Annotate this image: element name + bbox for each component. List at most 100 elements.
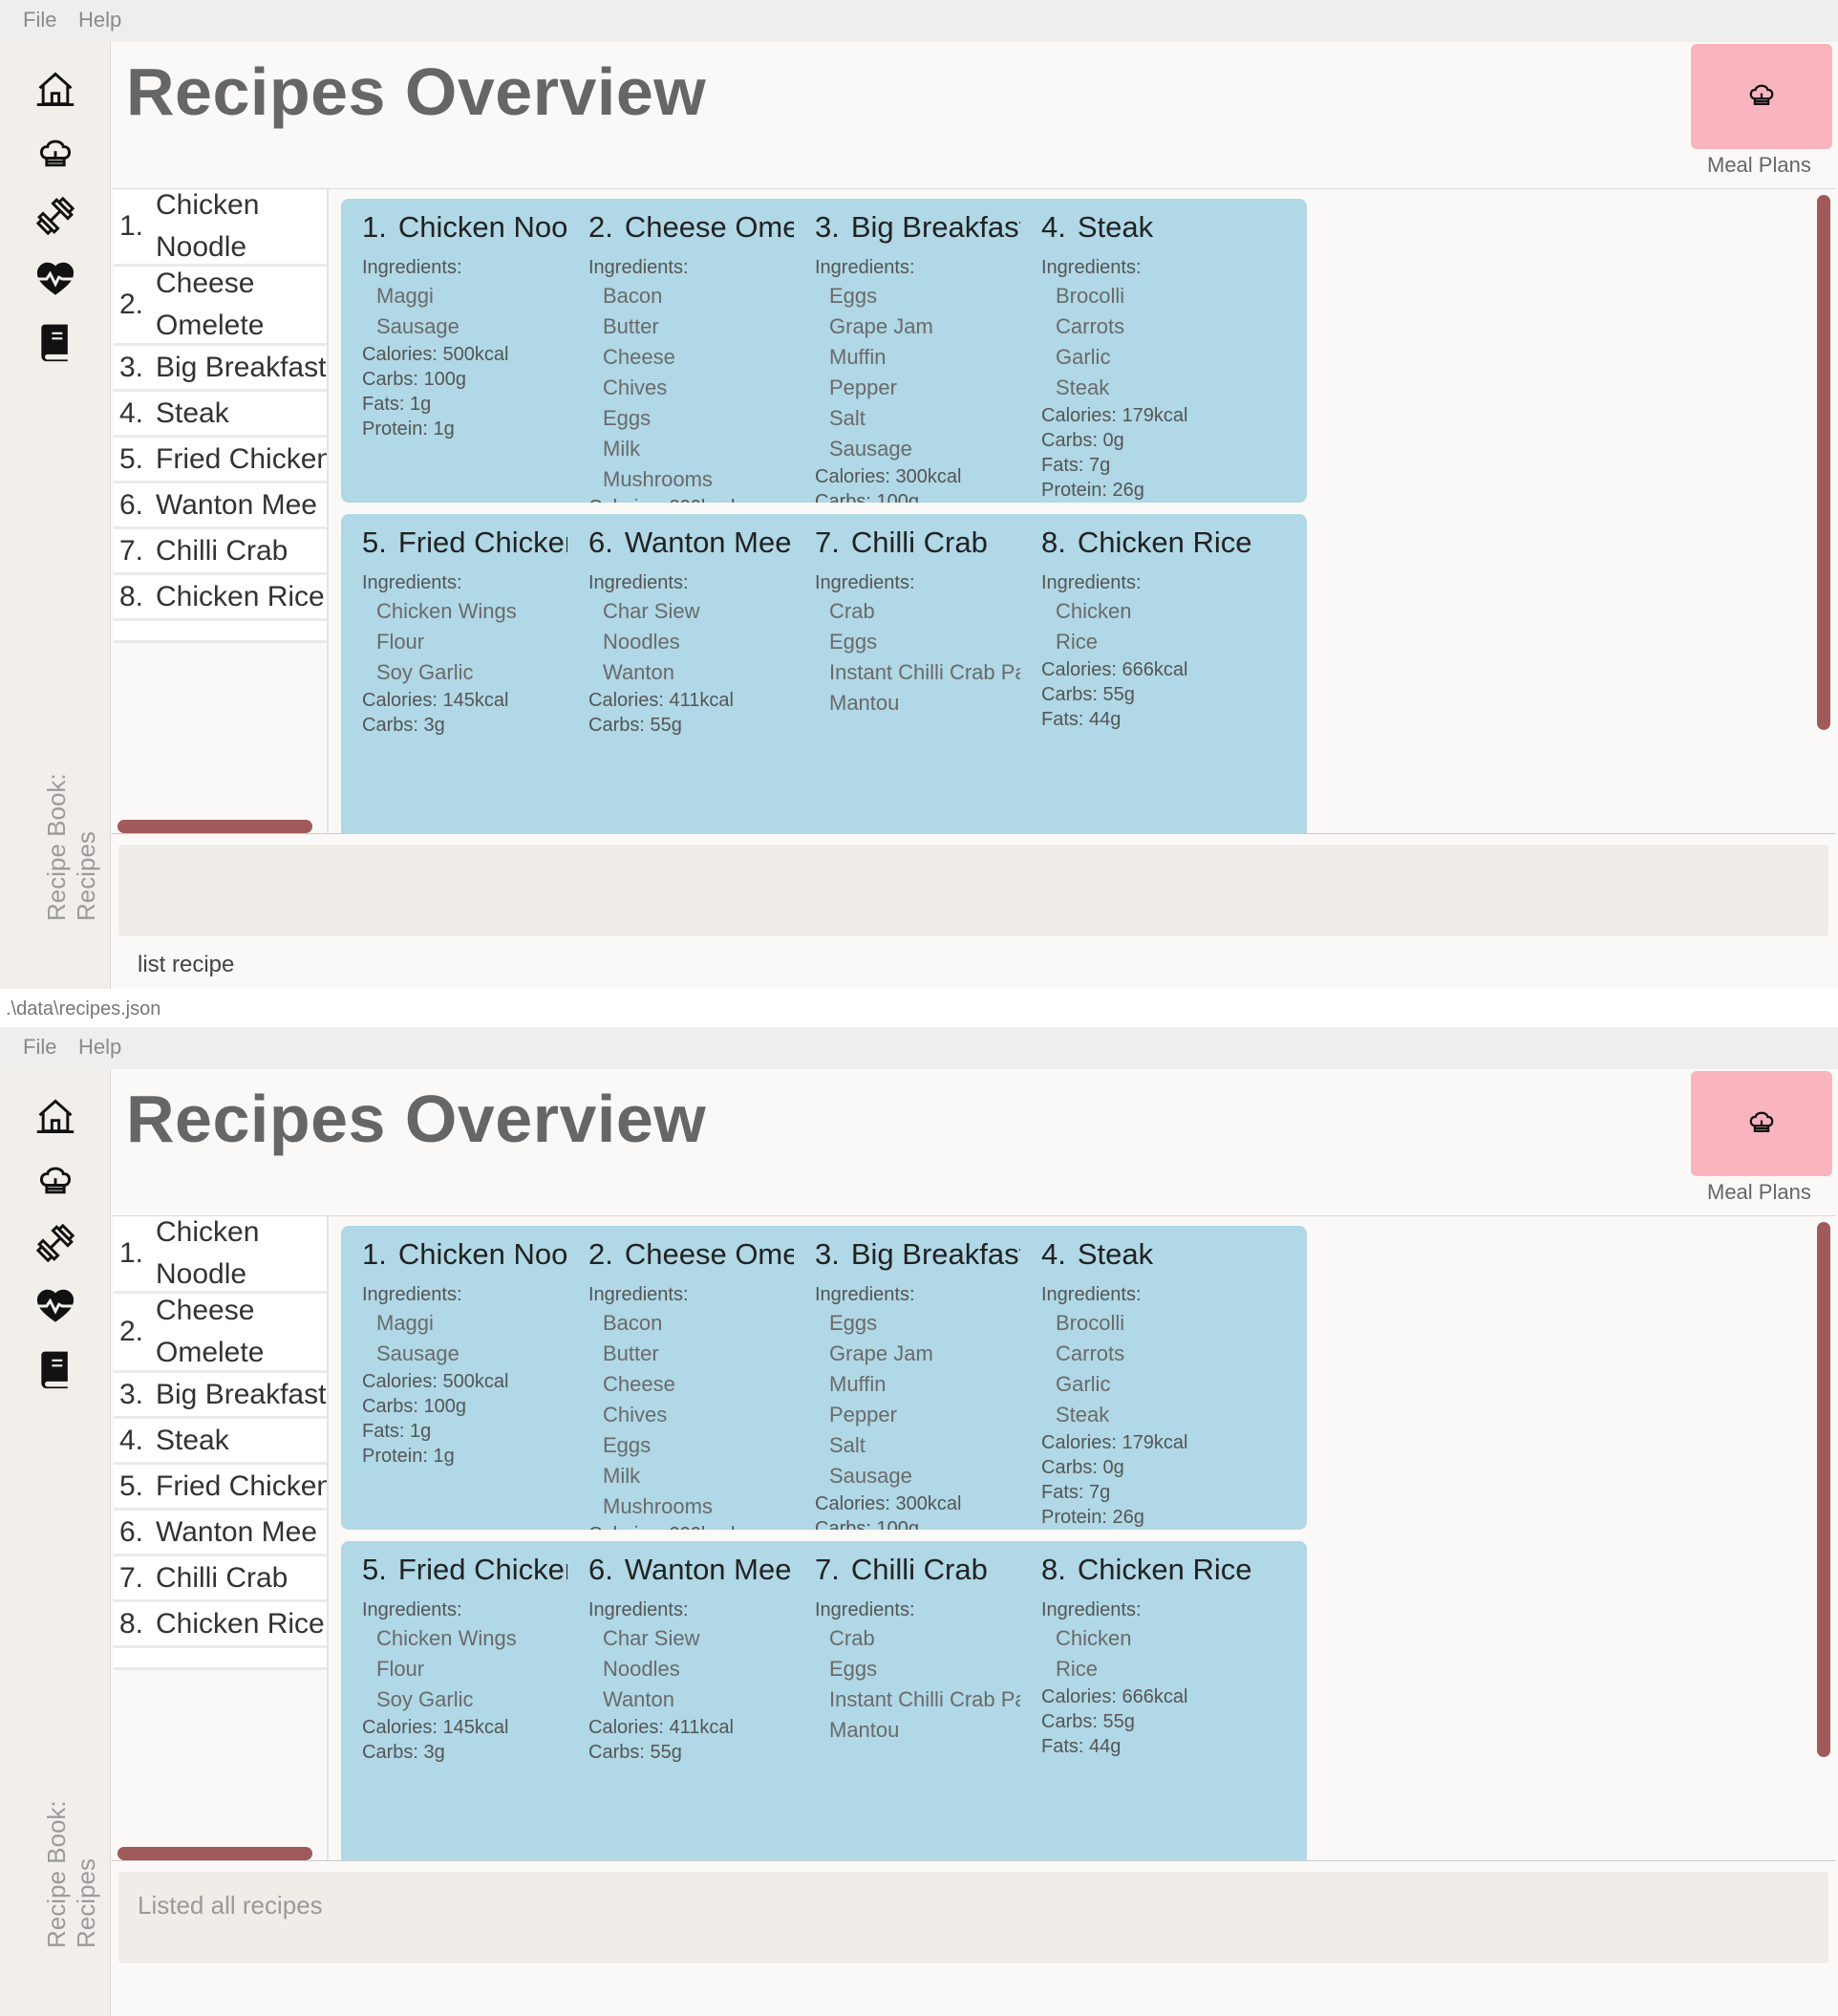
nutrition-line: Fats: 7g — [1041, 455, 1111, 476]
list-item[interactable]: 5. Fried Chicken — [114, 1465, 327, 1511]
list-item-name: Fried Chicken — [156, 1469, 327, 1502]
chef-hat-icon[interactable] — [32, 130, 78, 176]
result-text: Listed all recipes — [138, 1891, 323, 1919]
list-item-name: Chilli Crab — [156, 1561, 289, 1594]
recipe-card-number: 3. — [815, 1237, 840, 1271]
heartbeat-icon[interactable] — [32, 256, 78, 302]
list-item-name: Big Breakfast — [156, 1378, 327, 1410]
dumbbell-icon[interactable] — [32, 1220, 78, 1266]
ingredients-label: Ingredients: — [1041, 1284, 1142, 1305]
list-item[interactable]: 8. Chicken Rice — [114, 1602, 327, 1648]
ingredient-item: Carrots — [1056, 314, 1125, 338]
nutrition-line: Fats: 44g — [1041, 709, 1122, 730]
list-item[interactable]: 8. Chicken Rice — [114, 575, 327, 621]
recipe-card-number: 7. — [815, 525, 840, 559]
recipe-card-number: 1. — [362, 1237, 387, 1271]
list-item[interactable]: 2. Cheese Omelete — [114, 1294, 327, 1373]
recipe-card[interactable]: 4. Steak Ingredients: Brocolli Carrots Garlic… — [1020, 1226, 1307, 1530]
heartbeat-icon[interactable] — [32, 1283, 78, 1329]
recipe-card-number: 8. — [1041, 1553, 1066, 1586]
recipe-card[interactable]: 4. Steak Ingredients: Brocolli Carrots Garlic… — [1020, 199, 1307, 503]
list-item-number: 6. — [119, 1515, 144, 1548]
list-item[interactable]: 4. Steak — [114, 1419, 327, 1465]
list-item[interactable]: 7. Chilli Crab — [114, 1556, 327, 1602]
ingredient-item: Carrots — [1056, 1341, 1125, 1365]
dumbbell-icon[interactable] — [32, 193, 78, 239]
list-item-number: 8. — [119, 1607, 144, 1640]
nutrition-line: Calories: 666kcal — [1041, 659, 1188, 680]
meal-plans-button[interactable] — [1691, 1071, 1832, 1176]
list-item[interactable]: 4. Steak — [114, 392, 327, 438]
chef-hat-icon[interactable] — [32, 1157, 78, 1203]
recipe-cards-grid: 1. Chicken Noodle Ingredients: Maggi Sausage… — [341, 199, 1793, 833]
command-box[interactable]: list recipe — [118, 946, 1828, 984]
recipe-card[interactable]: 8. Chicken Rice Ingredients: Chicken Rice Cal… — [1020, 1541, 1307, 1860]
list-item[interactable]: 6. Wanton Mee — [114, 483, 327, 529]
nutrition-line: Protein: 26g — [1041, 1507, 1144, 1528]
list-item[interactable] — [114, 1648, 327, 1670]
list-item[interactable]: 6. Wanton Mee — [114, 1511, 327, 1556]
ingredients-label: Ingredients: — [1041, 1599, 1142, 1620]
command-input[interactable]: list recipe — [138, 952, 234, 978]
recipe-card-number: 7. — [815, 1553, 840, 1586]
list-item[interactable]: 5. Fried Chicken — [114, 438, 327, 483]
recipe-card-number: 4. — [1041, 1237, 1066, 1271]
book-icon[interactable] — [32, 319, 78, 365]
list-item-name: Chilli Crab — [156, 534, 289, 567]
list-item[interactable]: 3. Big Breakfast — [114, 346, 327, 392]
menu-help[interactable]: Help — [78, 1035, 121, 1060]
list-item[interactable]: 1. Chicken Noodle — [114, 189, 327, 267]
list-horizontal-scrollbar[interactable] — [118, 1847, 312, 1860]
list-item[interactable] — [114, 621, 327, 643]
list-item-number: 1. — [119, 210, 144, 242]
recipe-list[interactable]: 1. Chicken Noodle 2. Cheese Omelete 3. Big Br… — [112, 189, 327, 833]
nutrition-line: Calories: 666kcal — [1041, 1686, 1188, 1707]
recipe-card-number: 5. — [362, 1553, 387, 1586]
nutrition-line: Carbs: 55g — [1041, 684, 1135, 705]
recipe-card-title: 4. Steak — [1020, 199, 1307, 245]
list-item[interactable]: 7. Chilli Crab — [114, 529, 327, 575]
ingredient-item: Garlic — [1056, 345, 1111, 369]
recipes-panel: 1. Chicken Noodle 2. Cheese Omelete 3. Big Br… — [112, 188, 1836, 834]
menu-file[interactable]: File — [23, 8, 56, 32]
list-item[interactable]: 2. Cheese Omelete — [114, 267, 327, 346]
menu-file[interactable]: File — [23, 1035, 56, 1060]
ingredients-label: Ingredients: — [1041, 257, 1142, 278]
result-display: Listed all recipes — [118, 1872, 1828, 1963]
command-box[interactable] — [118, 1973, 1828, 2011]
meal-plans-button[interactable] — [1691, 44, 1832, 149]
home-icon[interactable] — [32, 67, 78, 113]
main-content: Recipes Overview Meal Plans 1. Chicken Nood… — [110, 42, 1838, 989]
navigation-sidebar: Recipe Book: Recipes — [0, 42, 110, 989]
list-item-number: 8. — [119, 580, 144, 612]
ingredient-item: Brocolli — [1056, 284, 1125, 308]
list-item-number: 7. — [119, 534, 144, 567]
recipe-card-title: 8. Chicken Rice — [1020, 1541, 1307, 1587]
app-window-2: File Help Recipe Book: Recipes Recipes Overv… — [0, 1027, 1838, 2016]
recipe-card[interactable]: 8. Chicken Rice Ingredients: Chicken Rice Cal… — [1020, 514, 1307, 833]
recipe-card-number: 2. — [588, 1237, 613, 1271]
list-item-number: 7. — [119, 1561, 144, 1594]
sidebar-section-label: Recipe Book: Recipes — [42, 1800, 101, 1948]
recipe-card-name: Big Breakfast — [850, 210, 1028, 244]
cards-vertical-scrollbar[interactable] — [1817, 195, 1830, 730]
home-icon[interactable] — [32, 1094, 78, 1140]
sidebar-label-line: Recipe Book: — [42, 1800, 71, 1948]
list-item[interactable]: 1. Chicken Noodle — [114, 1216, 327, 1294]
recipe-card-name: Chilli Crab — [850, 1553, 988, 1586]
list-item-number: 3. — [119, 351, 144, 383]
menu-bar: File Help — [0, 0, 1838, 42]
ingredient-item: Rice — [1056, 1657, 1099, 1681]
list-item-name: Wanton Mee — [156, 488, 317, 521]
menu-help[interactable]: Help — [78, 8, 121, 32]
list-item[interactable]: 3. Big Breakfast — [114, 1373, 327, 1419]
list-item-name: Wanton Mee — [156, 1515, 317, 1548]
file-path-status: .\data\recipes.json — [6, 998, 161, 1019]
recipe-list[interactable]: 1. Chicken Noodle 2. Cheese Omelete 3. Big Br… — [112, 1216, 327, 1860]
list-item-number: 5. — [119, 442, 144, 475]
sidebar-label-line: Recipe Book: — [42, 773, 71, 921]
list-horizontal-scrollbar[interactable] — [118, 820, 312, 833]
cards-vertical-scrollbar[interactable] — [1817, 1222, 1830, 1757]
book-icon[interactable] — [32, 1346, 78, 1392]
meal-plans-label: Meal Plans — [1707, 1180, 1811, 1204]
